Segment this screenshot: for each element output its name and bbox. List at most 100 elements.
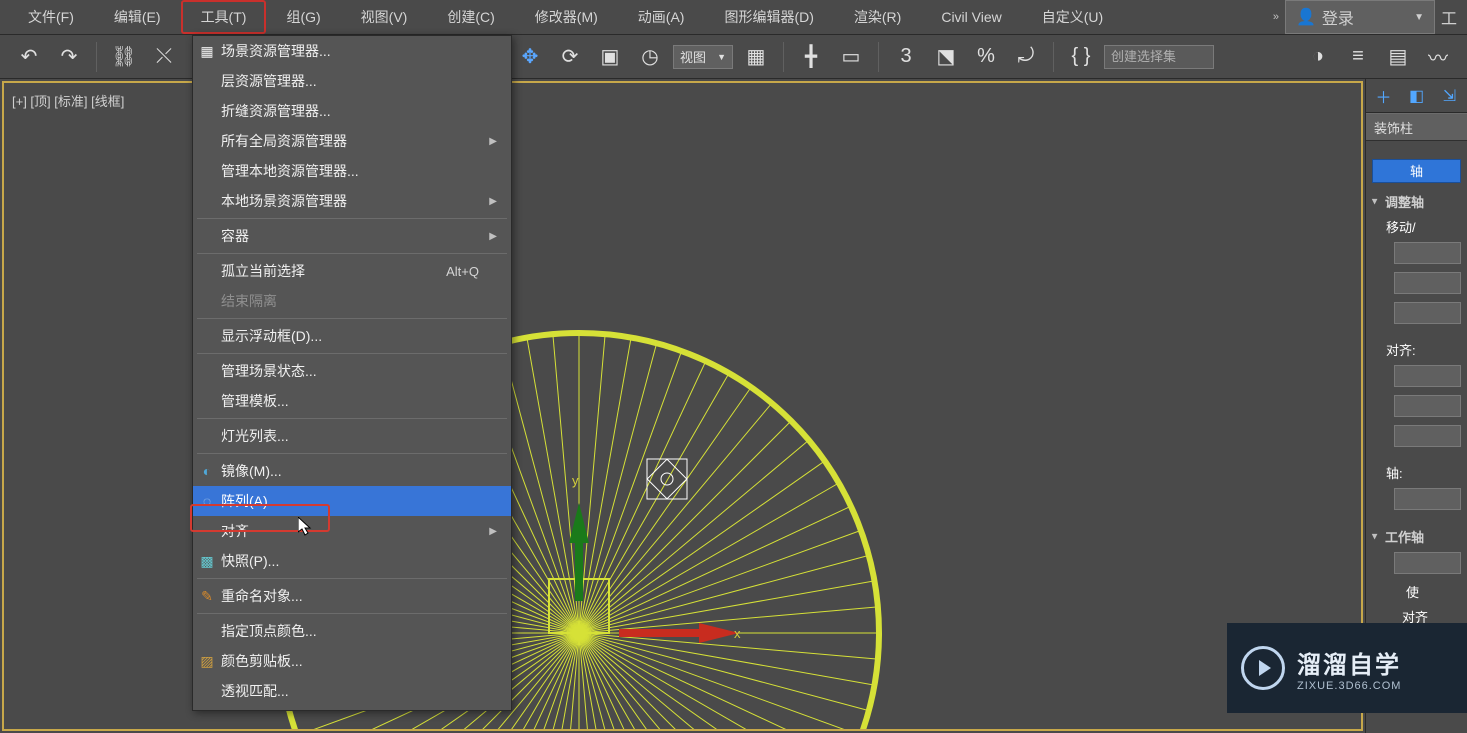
menu-manage-templates[interactable]: 管理模板... [193,386,511,416]
menu-civilview[interactable]: Civil View [921,2,1021,32]
menu-layer-explorer[interactable]: 层资源管理器... [193,66,511,96]
rotate-tool[interactable]: ⟳ [553,40,587,74]
menu-item-label: 显示浮动框(D)... [221,326,322,346]
menu-perspective-match[interactable]: 透视匹配... [193,676,511,706]
link-button[interactable]: ⛓ [107,40,141,74]
watermark: 溜溜自学 ZIXUE.3D66.COM [1227,623,1467,713]
keyboard-shortcut-button[interactable]: ▭ [834,40,868,74]
object-name-label: 装饰柱 [1374,118,1413,137]
chevron-down-icon: ▼ [1414,12,1424,23]
menu-animation[interactable]: 动画(A) [618,0,705,34]
menu-view[interactable]: 视图(V) [341,0,428,34]
menu-grapheditor[interactable]: 图形编辑器(D) [704,0,833,34]
slot-4[interactable] [1394,365,1461,387]
layers-toolbar-button[interactable]: ▤ [1381,40,1415,74]
tools-dropdown-menu: ▦ 场景资源管理器... 层资源管理器... 折缝资源管理器... 所有全局资源… [192,35,512,711]
move-tool[interactable]: ✥ [513,40,547,74]
menu-crease-explorer[interactable]: 折缝资源管理器... [193,96,511,126]
play-circle-icon [1241,646,1285,690]
angle-snap-toggle[interactable]: ⬔ [929,40,963,74]
submenu-arrow-icon: ▶ [489,231,497,242]
named-selection-input[interactable]: 创建选择集 [1104,45,1214,69]
menu-show-floating[interactable]: 显示浮动框(D)... [193,321,511,351]
align-toolbar-button[interactable]: ≡ [1341,40,1375,74]
menu-local-scene-explorer[interactable]: 本地场景资源管理器 ▶ [193,186,511,216]
modify-tab[interactable]: ◧ [1405,84,1428,108]
command-panel-tabs: ＋ ◧ ⇲ [1366,79,1467,113]
grid-icon: ▦ [199,43,215,60]
menu-item-label: 对齐 [221,521,249,541]
menu-item-label: 容器 [221,226,249,246]
menu-file[interactable]: 文件(F) [8,0,94,34]
scale-tool[interactable]: ▣ [593,40,627,74]
ref-coord-dropdown[interactable]: 视图 ▼ [673,45,733,69]
menu-container[interactable]: 容器 ▶ [193,221,511,251]
curve-editor-button[interactable]: 〰 [1421,40,1455,74]
menu-item-label: 快照(P)... [221,551,279,571]
mirror-toolbar-button[interactable]: ◑ [1301,40,1335,74]
unlink-button[interactable]: ⤬ [147,40,181,74]
slot-7[interactable] [1394,488,1461,510]
select-manip-button[interactable]: ╋ [794,40,828,74]
menu-group[interactable]: 组(G) [266,0,340,34]
spinner-snap-toggle[interactable]: ⤾ [1009,40,1043,74]
create-tab[interactable]: ＋ [1372,84,1395,108]
menu-item-label: 本地场景资源管理器 [221,191,347,211]
snapshot-icon: ▩ [199,553,215,570]
menu-customize[interactable]: 自定义(U) [1022,0,1123,34]
menu-assign-vertex-color[interactable]: 指定顶点颜色... [193,616,511,646]
snap-toggle[interactable]: 3 [889,40,923,74]
menu-item-label: 指定顶点颜色... [221,621,317,641]
login-dropdown[interactable]: 👤 登录 ▼ [1285,0,1435,34]
submenu-arrow-icon: ▶ [489,196,497,207]
menu-modifiers[interactable]: 修改器(M) [515,0,618,34]
slot-8[interactable] [1394,552,1461,574]
menu-render[interactable]: 渲染(R) [834,0,921,34]
menu-item-label: 透视匹配... [221,681,289,701]
menu-tail: 工 [1439,5,1459,29]
adjust-pivot-section[interactable]: 调整轴 [1366,189,1467,213]
slot-5[interactable] [1394,395,1461,417]
array-icon: ◌ [199,493,215,509]
menu-end-isolation: 结束隔离 [193,286,511,316]
menu-mirror[interactable]: ◐ 镜像(M)... [193,456,511,486]
use-center-button[interactable]: ▦ [739,40,773,74]
percent-snap-toggle[interactable]: % [969,40,1003,74]
slot-3[interactable] [1394,302,1461,324]
menu-array[interactable]: ◌ 阵列(A)... [193,486,511,516]
menu-align[interactable]: 对齐 ▶ [193,516,511,546]
menu-manage-scene-states[interactable]: 管理场景状态... [193,356,511,386]
menu-bar: 文件(F) 编辑(E) 工具(T) 组(G) 视图(V) 创建(C) 修改器(M… [0,0,1467,35]
editor-bracket-button[interactable]: { } [1064,40,1098,74]
menu-scene-explorer[interactable]: ▦ 场景资源管理器... [193,36,511,66]
place-tool[interactable]: ◷ [633,40,667,74]
viewport-label[interactable]: [+] [顶] [标准] [线框] [12,91,124,110]
pivot-axis-button[interactable]: 轴 [1372,159,1461,183]
overflow-icon[interactable]: » [1273,11,1279,23]
clipboard-icon: ▨ [199,653,215,670]
menu-light-lister[interactable]: 灯光列表... [193,421,511,451]
slot-2[interactable] [1394,272,1461,294]
menu-rename-objects[interactable]: ✎ 重命名对象... [193,581,511,611]
menu-color-clipboard[interactable]: ▨ 颜色剪贴板... [193,646,511,676]
menu-edit[interactable]: 编辑(E) [94,0,181,34]
adjust-pivot-label: 调整轴 [1385,192,1424,211]
menu-create[interactable]: 创建(C) [427,0,514,34]
menu-manage-local-explorers[interactable]: 管理本地资源管理器... [193,156,511,186]
slot-1[interactable] [1394,242,1461,264]
mirror-icon: ◐ [199,463,215,479]
redo-button[interactable]: ↷ [52,40,86,74]
slot-6[interactable] [1394,425,1461,447]
menu-isolate-selection[interactable]: 孤立当前选择 Alt+Q [193,256,511,286]
working-pivot-section[interactable]: 工作轴 [1366,524,1467,548]
login-label: 登录 [1322,5,1354,29]
menu-snapshot[interactable]: ▩ 快照(P)... [193,546,511,576]
menu-item-label: 结束隔离 [221,291,277,311]
undo-button[interactable]: ↶ [12,40,46,74]
menu-all-global-explorers[interactable]: 所有全局资源管理器 ▶ [193,126,511,156]
menu-tools[interactable]: 工具(T) [181,0,267,34]
working-pivot-label: 工作轴 [1385,527,1424,546]
align-label: 对齐: [1366,336,1467,361]
hierarchy-tab[interactable]: ⇲ [1438,84,1461,108]
menu-item-label: 折缝资源管理器... [221,101,331,121]
